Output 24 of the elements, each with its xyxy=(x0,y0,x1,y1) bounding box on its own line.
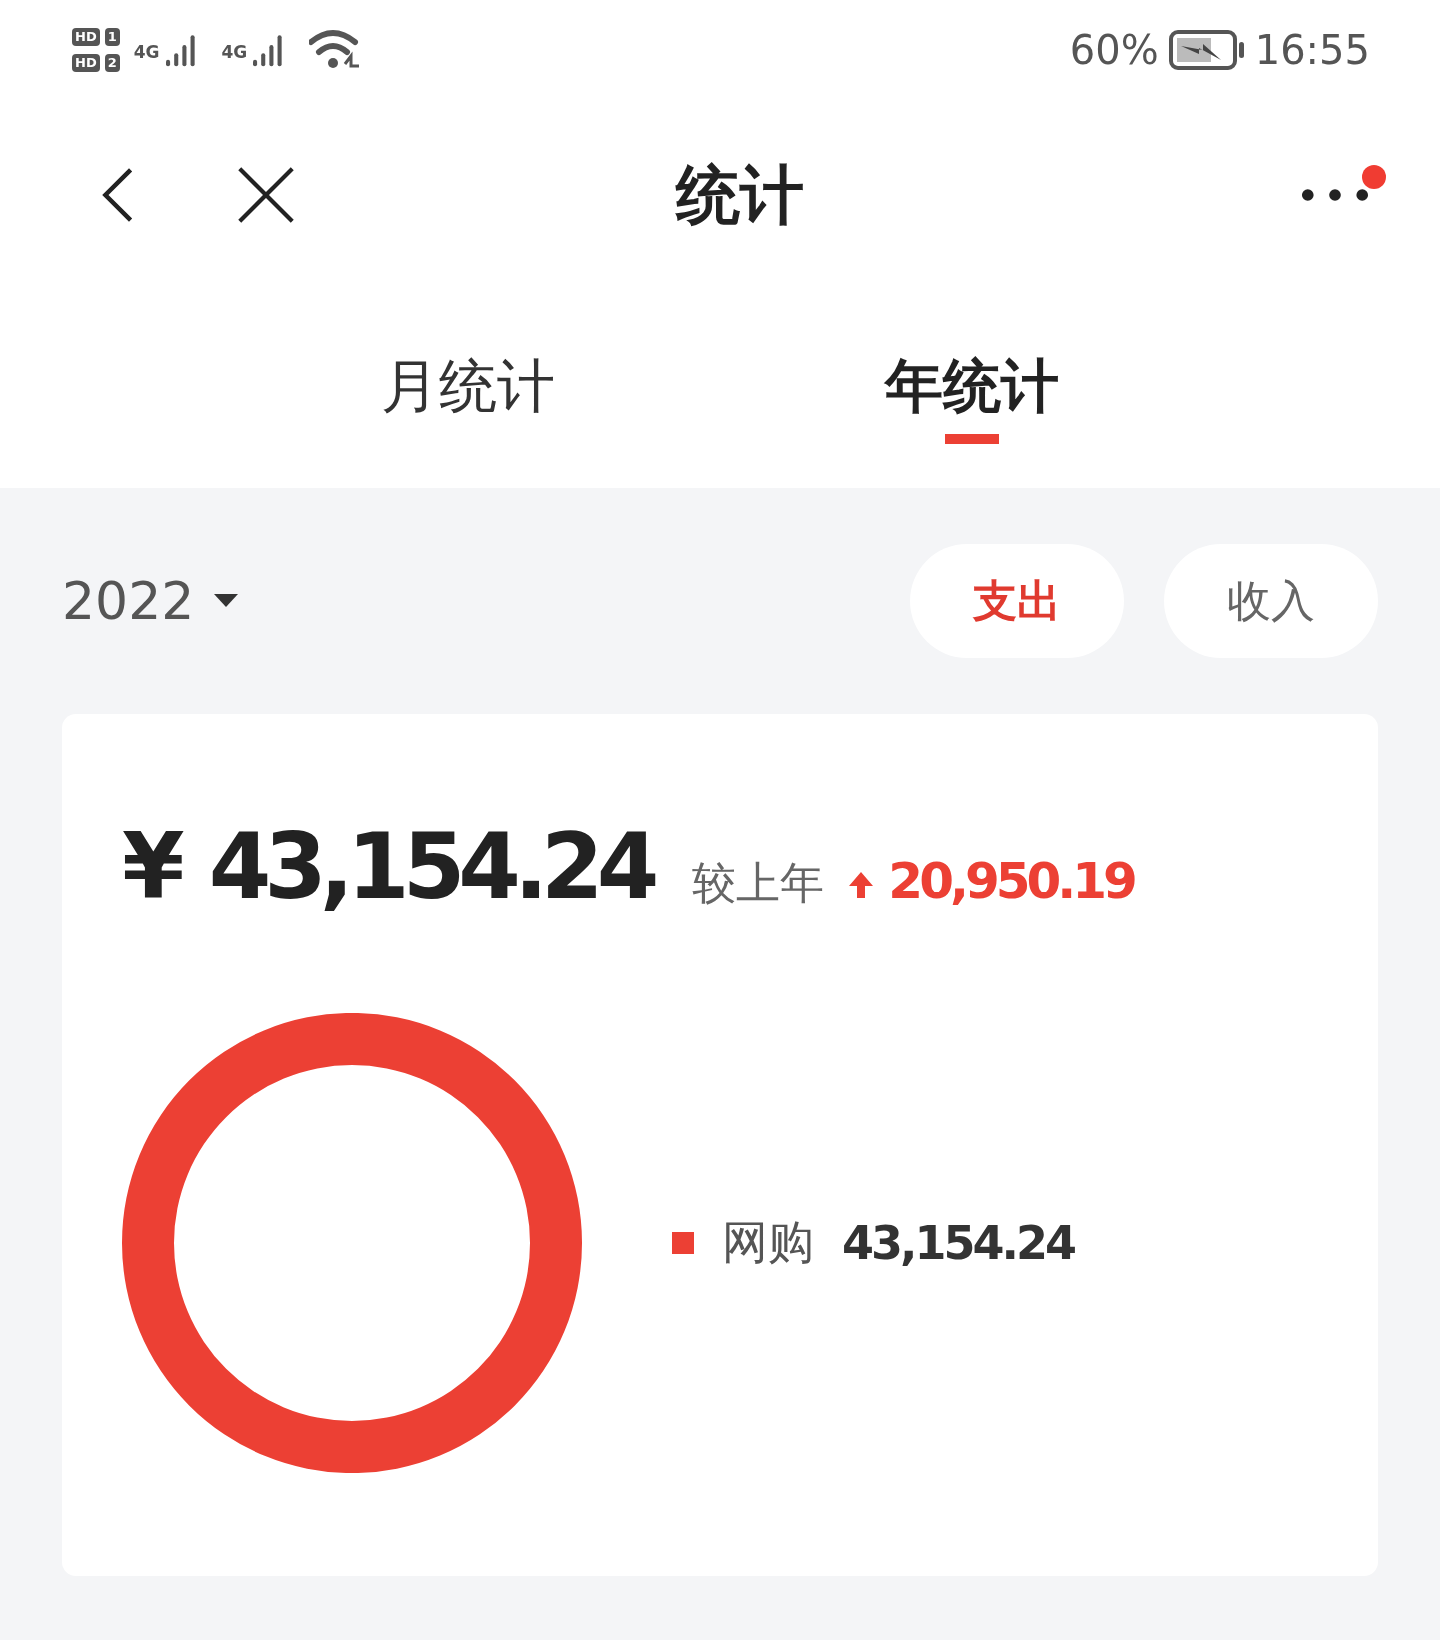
sim-slot-badge: 2 xyxy=(104,54,120,72)
close-icon[interactable] xyxy=(236,165,296,225)
hd-badge: HD xyxy=(72,28,100,46)
sim-slot-badge: 1 xyxy=(104,28,120,46)
change-amount: 20,950.19 xyxy=(888,852,1134,910)
page-title: 统计 xyxy=(676,156,804,234)
network-type: 4G xyxy=(133,42,160,62)
network-type: 4G xyxy=(221,42,248,62)
currency-symbol: ¥ xyxy=(122,814,185,919)
clock: 16:55 xyxy=(1254,27,1370,73)
type-button[interactable]: 支出 xyxy=(910,544,1124,658)
battery-percent: 60% xyxy=(1069,27,1159,73)
more-icon[interactable] xyxy=(1300,187,1370,203)
total-amount: 43,154.24 xyxy=(208,814,653,919)
tab[interactable]: 月统计 xyxy=(381,348,555,454)
hd-badge: HD xyxy=(72,54,100,72)
battery-charging-icon xyxy=(1168,30,1245,70)
caret-icon xyxy=(214,594,239,608)
legend-label: 网购 xyxy=(722,1214,814,1271)
compare-label: 较上年 xyxy=(692,856,825,910)
legend-value: 43,154.24 xyxy=(842,1216,1074,1270)
up-arrow-icon xyxy=(848,872,875,898)
year-dropdown[interactable]: 2022 xyxy=(62,571,239,631)
type-button[interactable]: 收入 xyxy=(1164,544,1378,658)
